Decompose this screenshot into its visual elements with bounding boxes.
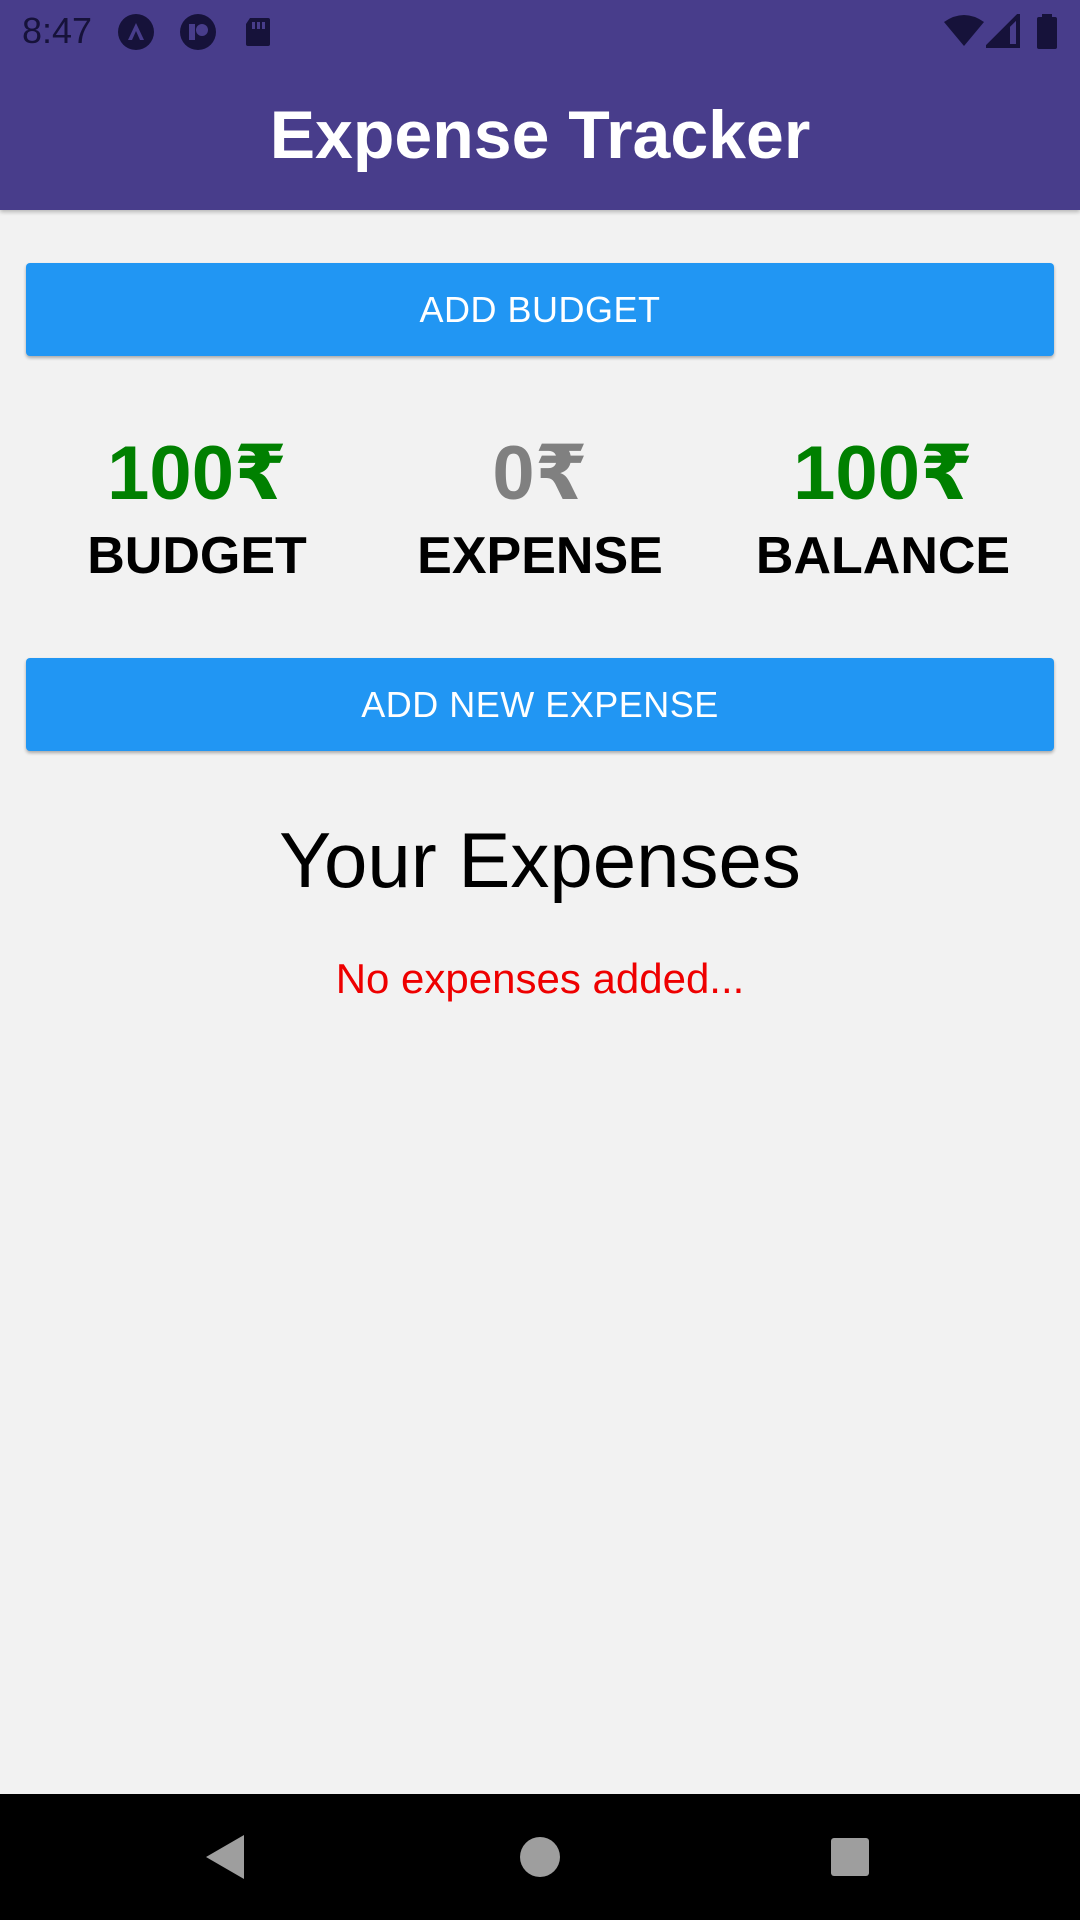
status-time: 8:47 bbox=[22, 10, 93, 51]
cell-signal-icon bbox=[983, 11, 1022, 50]
back-icon[interactable] bbox=[196, 1827, 256, 1887]
balance-summary: 100₹ BALANCE bbox=[713, 432, 1053, 586]
recents-icon[interactable] bbox=[820, 1827, 880, 1887]
status-bar: 8:47 bbox=[0, 0, 1080, 63]
balance-label: BALANCE bbox=[755, 527, 1011, 585]
wifi-icon bbox=[944, 14, 984, 50]
expenses-heading: Your Expenses bbox=[279, 816, 801, 904]
budget-value: 100₹ bbox=[107, 431, 287, 516]
add-new-expense-button[interactable]: ADD NEW EXPENSE bbox=[26, 658, 1054, 751]
empty-expenses-message: No expenses added... bbox=[335, 955, 745, 1002]
notification-a-icon bbox=[118, 14, 154, 50]
battery-icon bbox=[1036, 14, 1072, 50]
navigation-bar bbox=[0, 1794, 1080, 1920]
app-title: Expense Tracker bbox=[269, 97, 811, 173]
expense-summary: 0₹ EXPENSE bbox=[370, 432, 710, 586]
notification-b-icon bbox=[180, 14, 216, 50]
home-icon[interactable] bbox=[510, 1827, 570, 1887]
expense-label: EXPENSE bbox=[417, 527, 663, 585]
app-header: 8:47 Expense Tracker bbox=[0, 0, 1080, 210]
sd-card-icon bbox=[240, 14, 276, 50]
budget-label: BUDGET bbox=[87, 527, 307, 585]
expense-value: 0₹ bbox=[492, 431, 588, 516]
add-budget-button[interactable]: ADD BUDGET bbox=[26, 263, 1054, 356]
balance-value: 100₹ bbox=[793, 431, 973, 516]
expense-tracker-screen: 8:47 Expense Tracker ADD BUDGET 100₹ BUD… bbox=[0, 0, 1080, 1920]
budget-summary: 100₹ BUDGET bbox=[27, 432, 367, 586]
